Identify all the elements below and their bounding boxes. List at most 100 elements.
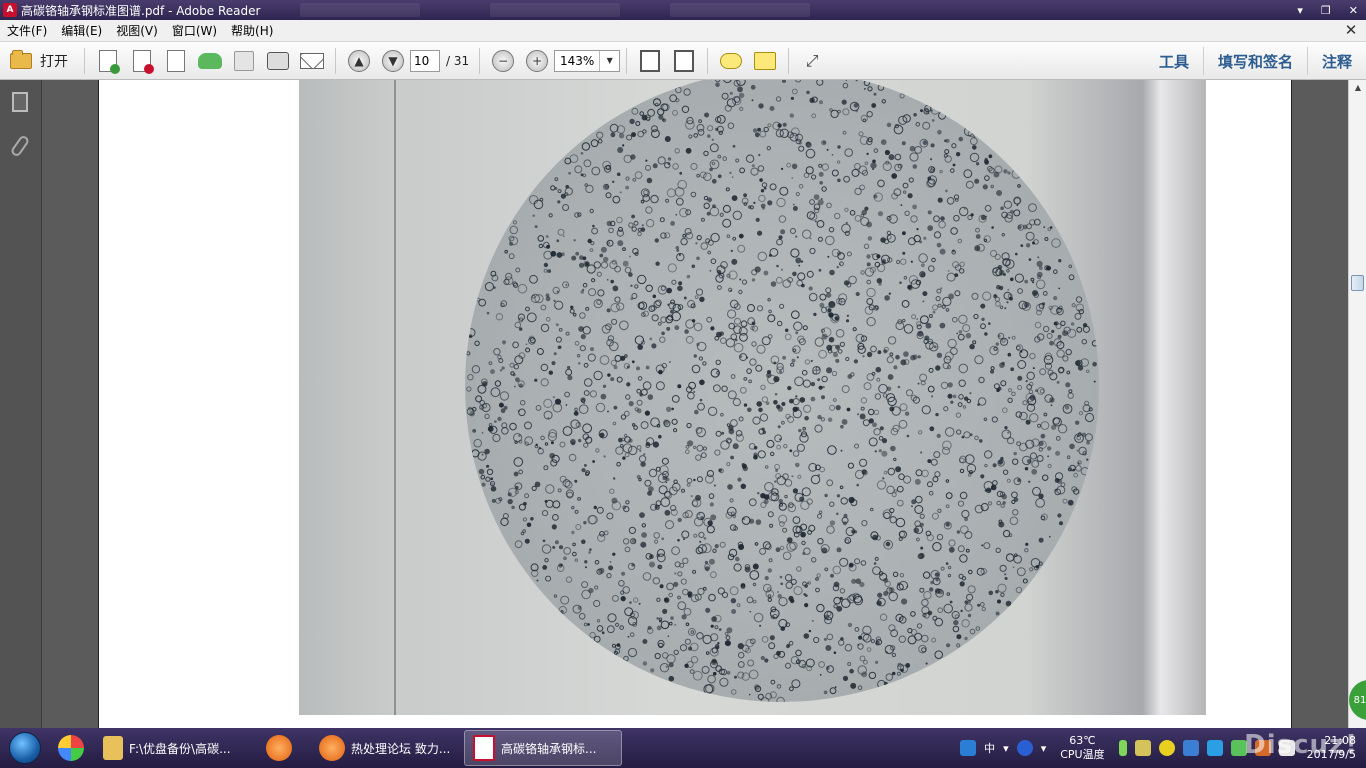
edit-document-icon [167, 49, 185, 72]
page-thumbnails-button[interactable] [8, 90, 32, 119]
antivirus-icon[interactable] [1182, 740, 1199, 756]
zoom-in-button[interactable]: + [523, 47, 551, 75]
edit-pdf-button[interactable] [162, 47, 190, 75]
window-controls: ▾ ❐ ✕ [1297, 0, 1358, 20]
toolbar-separator [788, 47, 790, 74]
read-mode-button[interactable]: ⤢ [798, 47, 826, 75]
taskbar: F:\优盘备份\高碳... 热处理论坛 致力... 高碳铬轴承钢标... 中 ▾… [0, 728, 1366, 768]
toolbar: 打开 ▲ ▼ / 31 − + 143% ▼ ⤢ 工具 填写和签名 注释 [0, 42, 1366, 80]
comment-link[interactable]: 注释 [1306, 47, 1366, 75]
pdf-page [98, 80, 1292, 728]
fit-width-button[interactable] [670, 47, 698, 75]
tray-expand-icon[interactable]: ▾ [1041, 742, 1047, 755]
add-icon[interactable] [1158, 740, 1175, 756]
fill-sign-link[interactable]: 填写和签名 [1202, 47, 1307, 75]
taskbar-item-label: F:\优盘备份\高碳... [129, 741, 231, 756]
menu-view[interactable]: 视图(V) [109, 22, 165, 39]
taskbar-item-forum[interactable]: 热处理论坛 致力... [311, 730, 461, 766]
print-button[interactable] [264, 47, 292, 75]
search-icon[interactable] [1206, 740, 1223, 756]
menu-file[interactable]: 文件(F) [0, 22, 54, 39]
page-total: / 31 [446, 53, 470, 68]
create-pdf-icon [99, 49, 120, 74]
open-label: 打开 [40, 53, 68, 70]
restore-icon[interactable]: ❐ [1321, 4, 1331, 17]
close-document-icon[interactable]: ✕ [1342, 21, 1360, 39]
tools-link[interactable]: 工具 [1145, 47, 1203, 75]
export-pdf-button[interactable] [128, 47, 156, 75]
cpu-temperature: 63℃ CPU温度 [1054, 734, 1110, 762]
ghost-tab [490, 3, 620, 17]
title-bar: A 高碳铬轴承钢标准图谱.pdf - Adobe Reader ▾ ❐ ✕ [0, 0, 1366, 20]
fit-page-button[interactable] [636, 47, 664, 75]
fit-page-icon [640, 49, 661, 72]
save-icon [234, 50, 254, 71]
start-button[interactable] [0, 728, 50, 768]
scroll-up-icon[interactable]: ▲ [1349, 80, 1366, 96]
pdf-icon [473, 735, 495, 761]
open-button[interactable]: 打开 [0, 47, 78, 75]
sticky-note-button[interactable] [717, 47, 745, 75]
watermark: Discuz! [1244, 730, 1358, 760]
toolbar-separator [84, 47, 85, 74]
carbide-speckles [466, 80, 1099, 702]
taskbar-item-explorer[interactable]: F:\优盘备份\高碳... [95, 730, 255, 766]
create-pdf-button[interactable] [94, 47, 122, 75]
fit-width-icon [674, 49, 695, 72]
taskbar-pinned-app[interactable] [50, 730, 92, 766]
printer-icon [267, 51, 289, 70]
taskbar-item-label: 热处理论坛 致力... [351, 741, 451, 756]
taskbar-item-label: 高碳铬轴承钢标... [501, 741, 597, 756]
arrow-down-icon: ▼ [382, 49, 404, 72]
zoom-select[interactable]: 143% ▼ [554, 49, 621, 72]
toolbar-separator [707, 47, 709, 74]
qq-icon[interactable] [960, 740, 977, 756]
document-area[interactable] [42, 80, 1348, 728]
cpu-temp-label: CPU温度 [1060, 748, 1105, 761]
ime-settings-icon[interactable]: ▾ [1003, 742, 1009, 755]
save-button[interactable] [230, 47, 258, 75]
network-share-icon[interactable] [1134, 740, 1151, 756]
highlight-button[interactable] [751, 47, 779, 75]
scroll-thumb[interactable] [1351, 275, 1364, 291]
taskbar-item-reader[interactable]: 高碳铬轴承钢标... [464, 730, 622, 766]
color-balls-icon [58, 735, 84, 761]
taskbar-item-browser[interactable] [258, 730, 308, 766]
zoom-out-button[interactable]: − [489, 47, 517, 75]
chevron-down-icon[interactable]: ▼ [599, 50, 619, 71]
email-button[interactable] [298, 47, 326, 75]
ghost-tab [670, 3, 810, 17]
next-page-button[interactable]: ▼ [379, 47, 407, 75]
battery-icon[interactable] [1118, 740, 1127, 756]
photo-edge-line [394, 80, 396, 715]
cloud-upload-icon [198, 52, 222, 69]
ime-indicator[interactable]: 中 [984, 740, 995, 756]
menu-help[interactable]: 帮助(H) [224, 22, 280, 39]
help-icon[interactable] [1016, 740, 1033, 756]
minimize-icon[interactable]: ▾ [1297, 4, 1303, 17]
browser-icon [266, 735, 292, 761]
ghost-tab [300, 3, 420, 17]
upload-button[interactable] [196, 47, 224, 75]
menu-window[interactable]: 窗口(W) [165, 22, 224, 39]
toolbar-separator [626, 47, 628, 74]
page-number-input[interactable] [410, 49, 440, 72]
comment-bubble-icon [720, 52, 743, 69]
highlight-pen-icon [754, 51, 777, 70]
navigation-pane [0, 80, 42, 728]
zoom-value: 143% [559, 53, 595, 68]
window-title: 高碳铬轴承钢标准图谱.pdf - Adobe Reader [21, 3, 261, 18]
browser-icon [319, 735, 345, 761]
attachments-button[interactable] [8, 134, 32, 158]
floating-badge[interactable]: 81 [1349, 680, 1366, 720]
vertical-scrollbar[interactable]: ▲ 81 [1348, 80, 1366, 728]
micrograph-photo [299, 80, 1206, 715]
minus-icon: − [492, 49, 515, 72]
toolbar-separator [335, 47, 336, 74]
adobe-reader-icon: A [3, 3, 17, 17]
previous-page-button[interactable]: ▲ [345, 47, 373, 75]
toolbar-separator [479, 47, 481, 74]
expand-icon: ⤢ [805, 50, 819, 70]
menu-edit[interactable]: 编辑(E) [54, 22, 109, 39]
close-icon[interactable]: ✕ [1349, 4, 1358, 17]
